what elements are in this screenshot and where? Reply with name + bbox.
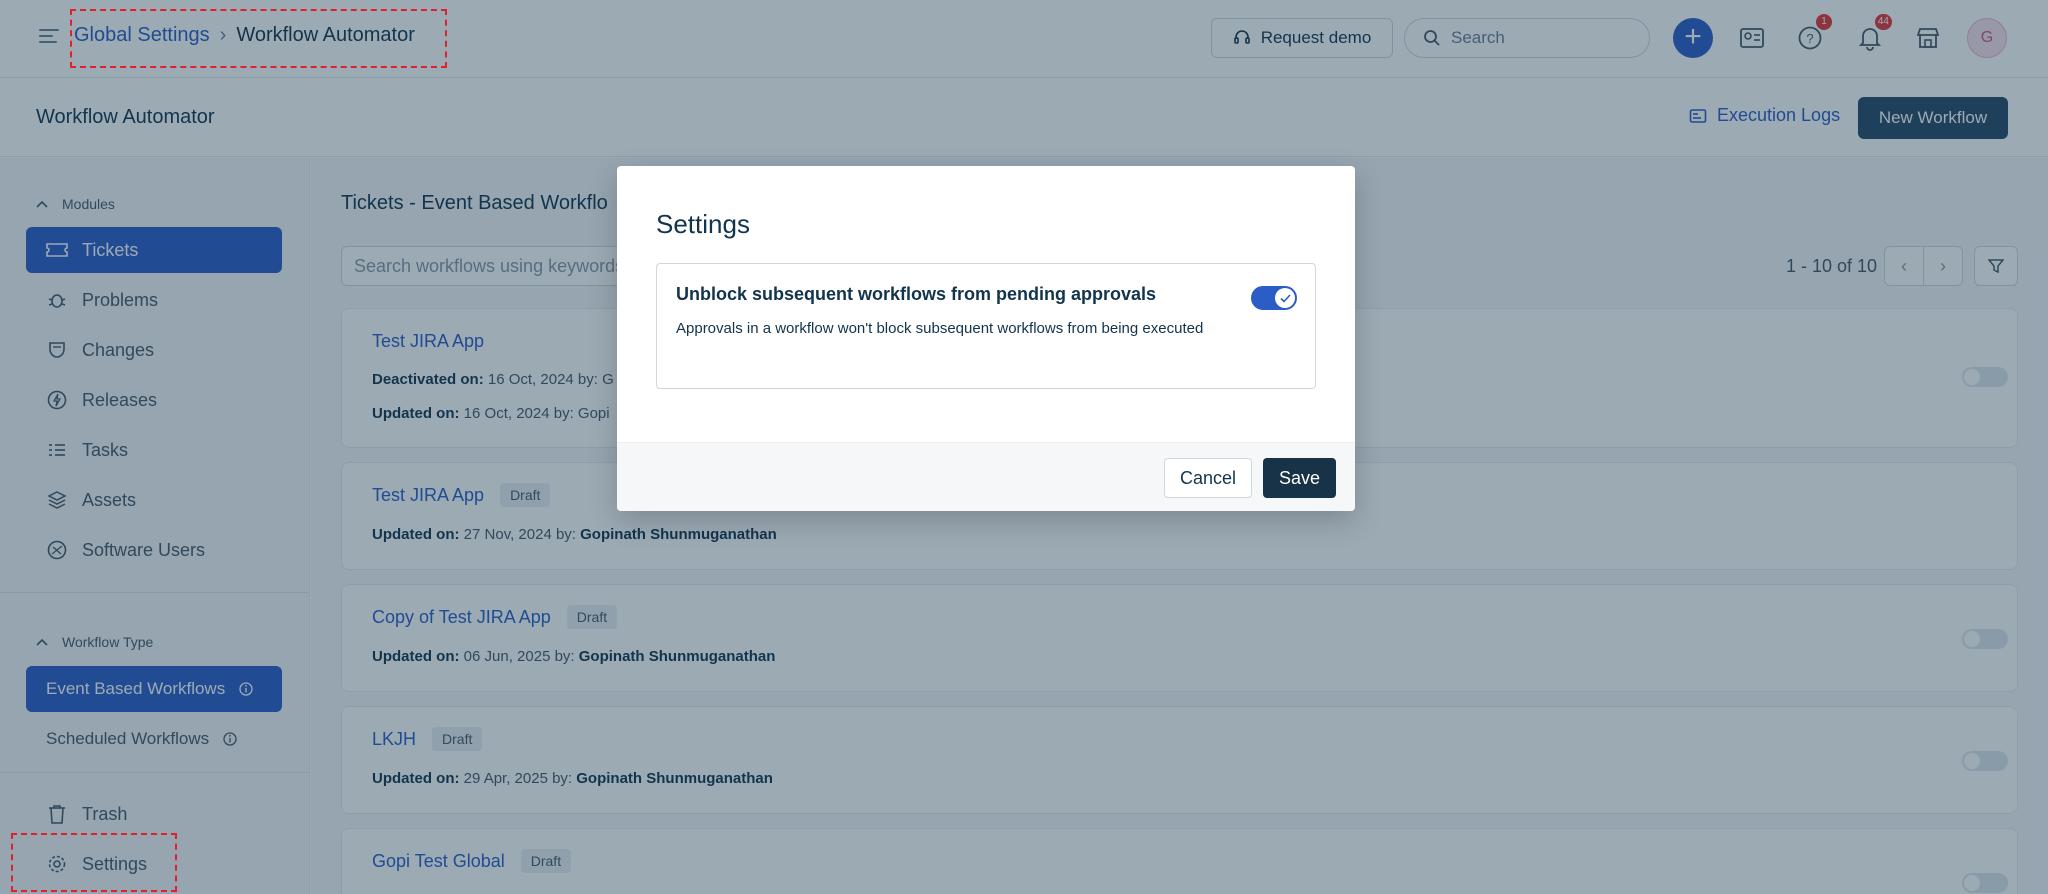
checkmark-icon: [1279, 293, 1291, 303]
setting-description: Approvals in a workflow won't block subs…: [676, 320, 1204, 337]
modal-title: Settings: [656, 209, 750, 239]
highlight-box-breadcrumb: [70, 9, 447, 68]
cancel-button[interactable]: Cancel: [1164, 458, 1252, 498]
save-button[interactable]: Save: [1263, 458, 1336, 498]
settings-modal: Settings Unblock subsequent workflows fr…: [617, 166, 1355, 511]
setting-title: Unblock subsequent workflows from pendin…: [676, 284, 1157, 304]
toggle-knob: [1275, 288, 1295, 308]
highlight-box-settings: [11, 833, 177, 892]
unblock-workflows-toggle[interactable]: [1251, 286, 1297, 310]
setting-card: Unblock subsequent workflows from pendin…: [656, 263, 1316, 389]
modal-footer: Cancel Save: [617, 442, 1355, 511]
